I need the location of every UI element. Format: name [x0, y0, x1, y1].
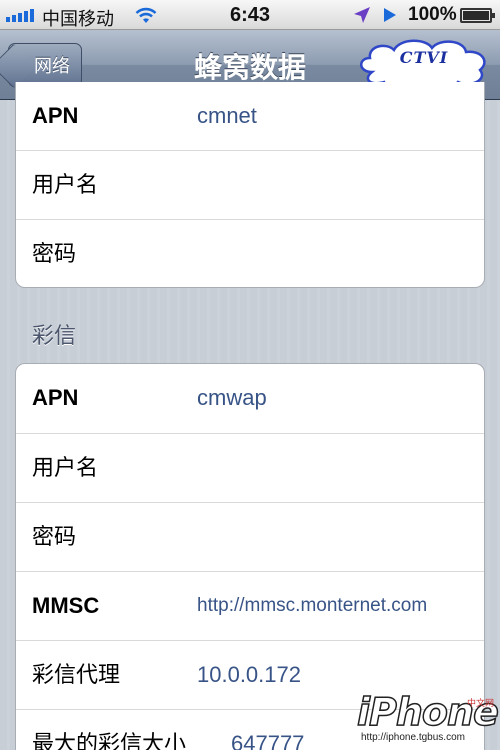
mms-proxy-value: 10.0.0.172	[197, 662, 301, 687]
mms-password-label: 密码	[32, 524, 77, 549]
cellular-data-group: APN cmnet 用户名 密码	[15, 82, 485, 288]
mms-username-row[interactable]: 用户名	[16, 433, 484, 502]
max-mms-size-value: 647777	[231, 731, 305, 750]
mmsc-value: http://mmsc.monternet.com	[197, 595, 428, 616]
watermark-url: http://iphone.tgbus.com	[361, 732, 465, 743]
mms-password-row[interactable]: 密码	[16, 502, 484, 571]
mms-apn-label: APN	[32, 385, 79, 410]
iphone-watermark: iPhone 中文网 http://iphone.tgbus.com	[355, 689, 500, 750]
apn-value: cmnet	[197, 103, 257, 128]
mms-apn-value: cmwap	[197, 385, 267, 410]
apn-label: APN	[32, 103, 79, 128]
play-icon	[382, 7, 398, 29]
password-row[interactable]: 密码	[16, 219, 484, 288]
mmsc-label: MMSC	[32, 593, 100, 618]
mms-apn-row[interactable]: APN cmwap	[16, 364, 484, 433]
battery-icon	[460, 8, 495, 23]
mmsc-row[interactable]: MMSC http://mmsc.monternet.com	[16, 571, 484, 640]
logo-text: CTVI	[399, 48, 449, 67]
mms-section-header: 彩信	[32, 323, 77, 348]
mms-username-label: 用户名	[32, 455, 99, 480]
password-label: 密码	[32, 241, 77, 266]
apn-row[interactable]: APN cmnet	[16, 82, 484, 151]
max-mms-size-label: 最大的彩信大小	[32, 731, 187, 750]
battery-percent: 100%	[408, 4, 457, 25]
mms-proxy-label: 彩信代理	[32, 662, 121, 687]
status-bar: 中国移动 6:43 100%	[0, 0, 500, 30]
username-row[interactable]: 用户名	[16, 150, 484, 219]
username-label: 用户名	[32, 172, 99, 197]
watermark-site: 中文网	[467, 698, 495, 708]
location-icon	[352, 6, 372, 30]
